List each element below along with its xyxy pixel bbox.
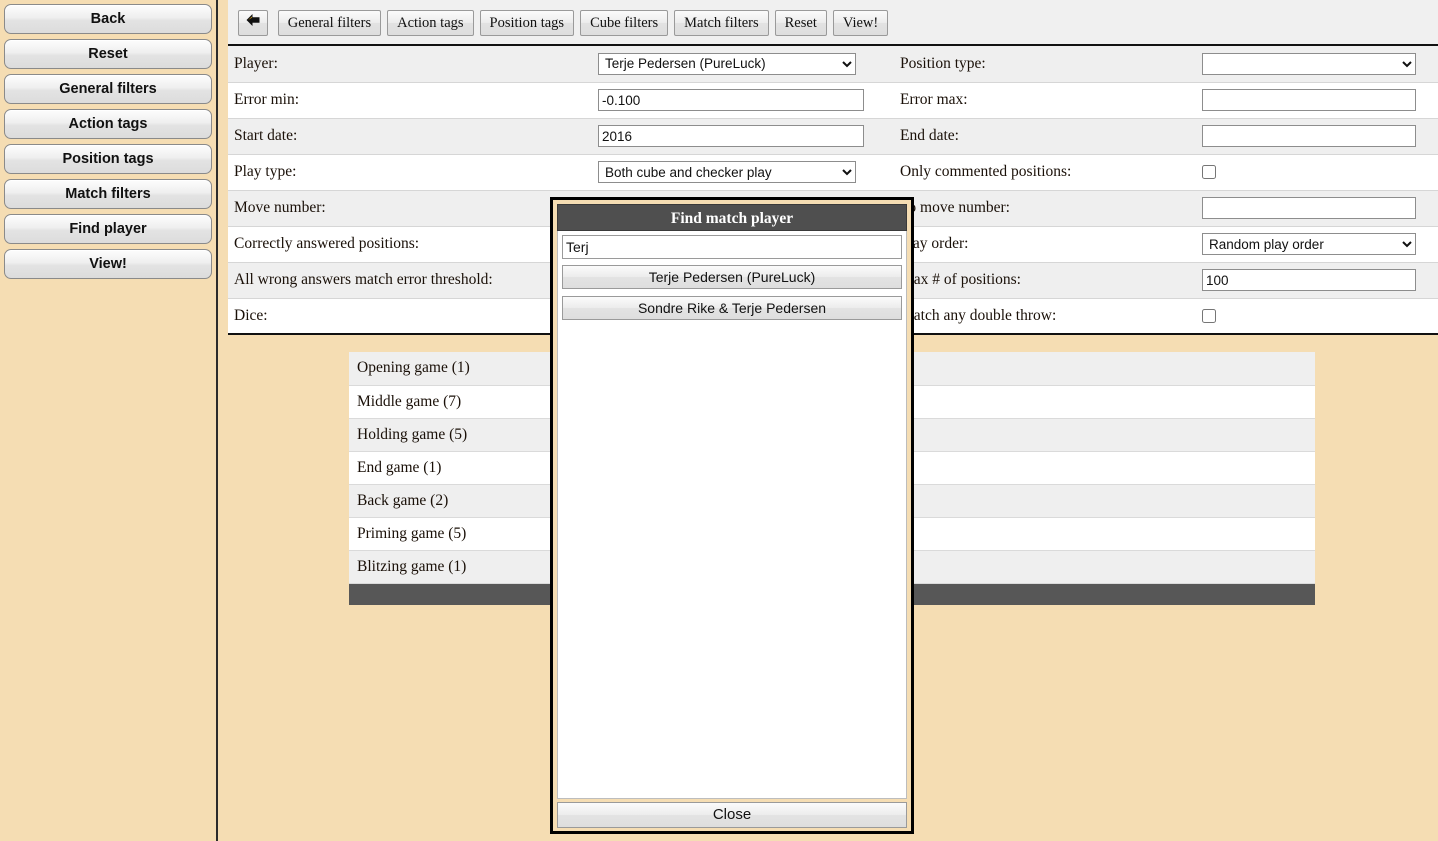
filter-input-error-min[interactable]	[598, 89, 864, 111]
filter-row: Error min: Error max:	[228, 82, 1438, 119]
tag-label: Priming game (5)	[349, 517, 545, 551]
toolbar-button-match-filters[interactable]: Match filters	[674, 10, 769, 36]
filter-value-only-commented-positions	[1196, 154, 1438, 191]
tag-label: Middle game (7)	[349, 385, 545, 419]
close-button[interactable]: Close	[557, 802, 907, 828]
tag-label: Opening game (1)	[349, 352, 545, 386]
tag-label: End game (1)	[349, 451, 545, 485]
sidebar-button-position-tags[interactable]: Position tags	[4, 144, 212, 174]
filter-label-move-number: Move number:	[228, 190, 592, 227]
dialog-body: Terje Pedersen (PureLuck) Sondre Rike & T…	[557, 231, 907, 799]
toolbar-button-view[interactable]: View!	[832, 10, 889, 36]
filter-input-position-type[interactable]	[1202, 52, 1416, 75]
filter-label-error-min: Error min:	[228, 82, 592, 119]
sidebar-button-find-player[interactable]: Find player	[4, 214, 212, 244]
toolbar-button-reset[interactable]: Reset	[774, 10, 827, 36]
filter-input-to-move-number[interactable]	[1202, 197, 1416, 219]
filter-value-position-type	[1196, 46, 1438, 83]
filter-input-player[interactable]: Terje Pedersen (PureLuck)	[598, 52, 856, 75]
filter-input-play-type[interactable]: Both cube and checker play	[598, 161, 856, 183]
filter-label-play-order: Play order:	[894, 226, 1196, 263]
filter-label-all-wrong-answers-match-error-threshold: All wrong answers match error threshold:	[228, 262, 592, 299]
filter-row: Player: Terje Pedersen (PureLuck) Position…	[228, 46, 1438, 83]
filter-label-match-any-double-throw: Match any double throw:	[894, 298, 1196, 335]
filter-value-start-date	[592, 118, 894, 155]
filter-input-error-max[interactable]	[1202, 89, 1416, 111]
toolbar-button-position-tags[interactable]: Position tags	[479, 10, 575, 36]
tag-label: Holding game (5)	[349, 418, 545, 452]
sidebar-button-general-filters[interactable]: General filters	[4, 74, 212, 104]
filter-value-match-any-double-throw	[1196, 298, 1438, 335]
filter-value-play-order: Random play order	[1196, 226, 1438, 263]
filter-label-correctly-answered-positions: Correctly answered positions:	[228, 226, 592, 263]
dialog-title: Find match player	[557, 204, 907, 231]
filter-value-end-date	[1196, 118, 1438, 155]
filter-input-end-date[interactable]	[1202, 125, 1416, 147]
filter-input-play-order[interactable]: Random play order	[1202, 233, 1416, 255]
filter-label-start-date: Start date:	[228, 118, 592, 155]
filter-label-dice: Dice:	[228, 298, 592, 335]
filter-label-end-date: End date:	[894, 118, 1196, 155]
player-result-item[interactable]: Sondre Rike & Terje Pedersen	[562, 296, 902, 320]
filter-value-play-type: Both cube and checker play	[592, 154, 894, 191]
filter-label-error-max: Error max:	[894, 82, 1196, 119]
toolbar-back-button[interactable]	[238, 10, 268, 36]
filter-value-max-of-positions	[1196, 262, 1438, 299]
filter-label-max-of-positions: Max # of positions:	[894, 262, 1196, 299]
filter-value-error-min	[592, 82, 894, 119]
filter-row: Play type: Both cube and checker play Only…	[228, 154, 1438, 191]
player-result-item[interactable]: Terje Pedersen (PureLuck)	[562, 265, 902, 289]
filter-row: Start date: End date:	[228, 118, 1438, 155]
sidebar-button-action-tags[interactable]: Action tags	[4, 109, 212, 139]
sidebar-button-back[interactable]: Back	[4, 4, 212, 34]
filter-input-only-commented-positions[interactable]	[1202, 165, 1216, 180]
toolbar-button-action-tags[interactable]: Action tags	[387, 10, 474, 36]
sidebar-button-reset[interactable]: Reset	[4, 39, 212, 69]
filter-input-match-any-double-throw[interactable]	[1202, 309, 1216, 324]
find-match-player-dialog: Find match player Terje Pedersen (PureLu…	[550, 197, 914, 834]
sidebar-button-match-filters[interactable]: Match filters	[4, 179, 212, 209]
filter-input-max-of-positions[interactable]	[1202, 269, 1416, 291]
left-arrow-icon	[245, 11, 261, 35]
toolbar-button-cube-filters[interactable]: Cube filters	[580, 10, 669, 36]
tag-label: Blitzing game (1)	[349, 550, 545, 584]
tag-label: Back game (2)	[349, 484, 545, 518]
filter-value-to-move-number	[1196, 190, 1438, 227]
sidebar: Back Reset General filters Action tags Posit…	[0, 0, 218, 841]
toolbar: General filters Action tags Position tags C…	[228, 0, 1438, 46]
toolbar-button-general-filters[interactable]: General filters	[277, 10, 382, 36]
filter-input-start-date[interactable]	[598, 125, 864, 147]
filter-value-player: Terje Pedersen (PureLuck)	[592, 46, 894, 83]
filter-label-only-commented-positions: Only commented positions:	[894, 154, 1196, 191]
filter-label-position-type: Position type:	[894, 46, 1196, 83]
player-results-list: Terje Pedersen (PureLuck) Sondre Rike & T…	[562, 265, 902, 320]
filter-label-player: Player:	[228, 46, 592, 83]
filter-label-play-type: Play type:	[228, 154, 592, 191]
sidebar-button-view[interactable]: View!	[4, 249, 212, 279]
filter-label-to-move-number: To move number:	[894, 190, 1196, 227]
filter-value-error-max	[1196, 82, 1438, 119]
player-search-input[interactable]	[562, 235, 902, 259]
